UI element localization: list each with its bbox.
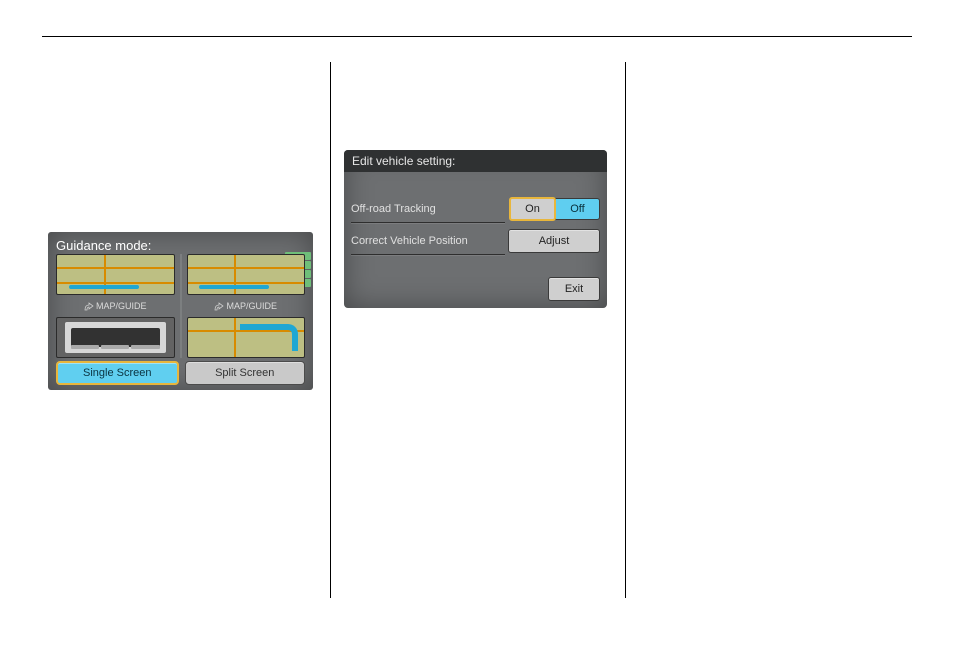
single-screen-button[interactable]: Single Screen xyxy=(56,361,179,385)
screenshot-guidance-mode: Guidance mode: MAP/GUIDE xyxy=(48,232,313,390)
guidance-buttons: Single Screen Split Screen xyxy=(56,361,305,385)
row-underline-1 xyxy=(351,222,505,223)
guidance-title: Guidance mode: xyxy=(56,238,151,253)
column-divider-2 xyxy=(625,62,626,598)
offroad-toggle: On Off xyxy=(510,198,600,220)
page-divider xyxy=(42,36,912,37)
vehicle-body: Off-road Tracking On Off Correct Vehicle… xyxy=(344,172,607,308)
column-divider-1 xyxy=(330,62,331,598)
exit-button[interactable]: Exit xyxy=(548,277,600,301)
row-underline-2 xyxy=(351,254,505,255)
guidance-col-split: MAP/GUIDE xyxy=(187,254,306,358)
vehicle-title-bar: Edit vehicle setting: xyxy=(344,150,607,172)
preview-map-single xyxy=(56,254,175,295)
offroad-label: Off-road Tracking xyxy=(351,203,510,215)
map-guide-label: MAP/GUIDE xyxy=(96,301,147,311)
adjust-button[interactable]: Adjust xyxy=(508,229,600,253)
preview-map-split-lower xyxy=(187,317,306,358)
correct-position-label: Correct Vehicle Position xyxy=(351,235,508,247)
preview-caption-split: MAP/GUIDE xyxy=(187,299,306,313)
guidance-col-single: MAP/GUIDE xyxy=(56,254,175,358)
preview-map-split xyxy=(187,254,306,295)
split-screen-button[interactable]: Split Screen xyxy=(185,361,306,385)
screenshot-edit-vehicle-setting: Edit vehicle setting: Off-road Tracking … xyxy=(344,150,607,308)
curve-arrow-icon xyxy=(84,301,94,311)
guidance-grid: MAP/GUIDE xyxy=(56,254,305,358)
offroad-off-button[interactable]: Off xyxy=(555,198,600,220)
row-correct-position: Correct Vehicle Position Adjust xyxy=(351,230,600,252)
preview-device-single xyxy=(56,317,175,358)
preview-caption-single: MAP/GUIDE xyxy=(56,299,175,313)
curve-arrow-icon xyxy=(214,301,224,311)
vehicle-title: Edit vehicle setting: xyxy=(352,154,455,168)
offroad-on-button[interactable]: On xyxy=(509,197,556,221)
row-offroad-tracking: Off-road Tracking On Off xyxy=(351,198,600,220)
map-guide-label: MAP/GUIDE xyxy=(226,301,277,311)
